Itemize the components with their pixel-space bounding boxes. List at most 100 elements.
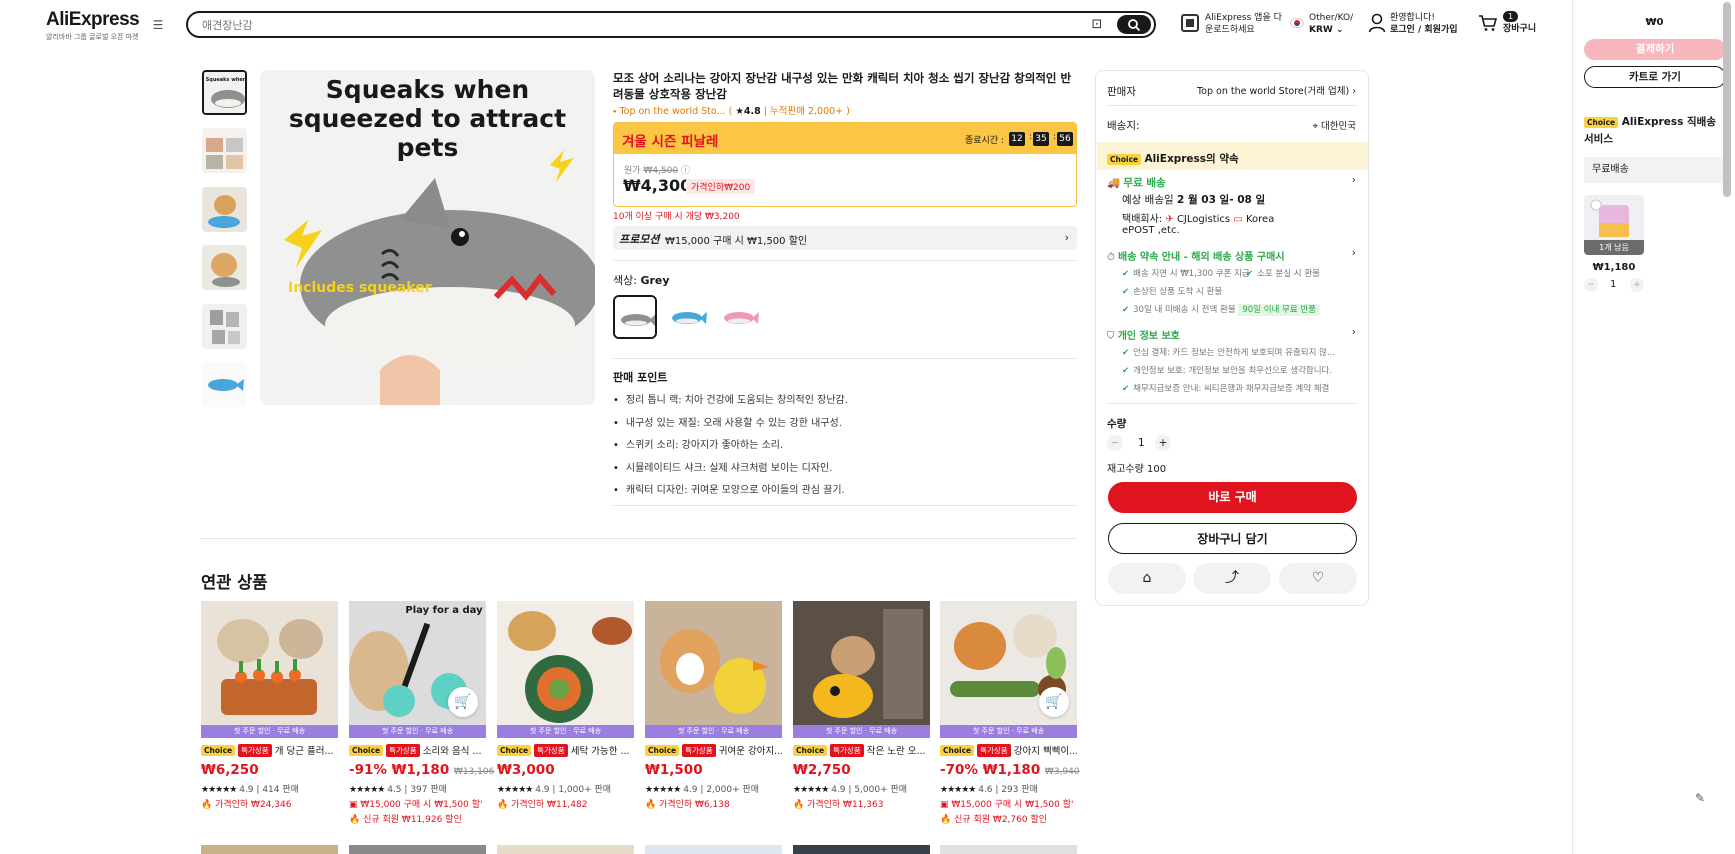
cart-qty-decrease-button[interactable]: − [1584,278,1598,292]
chevron-right-icon[interactable]: › [1352,174,1356,186]
search-button[interactable] [1117,15,1151,34]
gallery-thumb-3[interactable] [202,187,247,232]
related-product-card[interactable]: 🛒 첫 주문 할인 · 무료 배송 Choice 특가상품 강아지 삑삑이... -… [940,601,1080,825]
related-product-card[interactable] [349,845,486,854]
app-download-link[interactable]: AliExpress 앱을 다 운로드하세요 [1205,12,1282,36]
product-price: ₩2,750 [793,762,851,778]
product-image[interactable] [497,601,634,725]
qty-increase-button[interactable]: + [1155,435,1171,451]
checkout-button[interactable]: 결제하기 [1584,39,1726,60]
related-product-card[interactable] [497,845,634,854]
login-link[interactable]: 환영합니다! 로그인 / 회원가입 [1390,12,1458,36]
product-extra: ▣ ₩15,000 구매 시 ₩1,500 할' [349,800,483,810]
related-product-card[interactable]: 첫 주문 할인 · 무료 배송 Choice 특가상품 작은 노란 오... ₩2,… [793,601,930,810]
edit-pencil-icon[interactable]: ✎ [1695,791,1711,807]
related-products-title: 연관 상품 [201,573,268,592]
color-swatch-blue[interactable] [666,295,710,339]
related-product-card[interactable]: Play for a day 🛒 첫 주문 할인 · 무료 배송 Choice 특… [349,601,494,825]
product-extra: 🔥 가격인하 ₩11,363 [793,800,884,810]
privacy-row[interactable]: ⛉ 개인 정보 보호 [1107,327,1180,342]
user-icon[interactable] [1368,13,1386,33]
mini-cart-sidebar: ₩0 결제하기 카트로 가기 Choice AliExpress 직배송 서비스… [1572,0,1735,854]
cart-item-image[interactable]: 1개 남음 [1584,195,1644,255]
promise-item: ✔ 소포 분실 시 환불 [1246,269,1320,279]
carrier-etc: ePOST ,etc. [1122,225,1180,236]
quantity-value[interactable]: 1 [1138,437,1145,449]
cart-icon[interactable] [1478,13,1498,33]
related-product-card[interactable] [645,845,782,854]
add-to-cart-icon[interactable]: 🛒 [1039,687,1069,717]
qty-decrease-button[interactable]: − [1107,435,1123,451]
product-image[interactable] [793,601,930,725]
chevron-right-icon[interactable]: › [1352,326,1356,338]
product-image[interactable] [201,601,338,725]
image-search-icon[interactable]: ⊡ [1088,16,1106,34]
timer-minutes: 35 [1033,132,1049,146]
store-icon[interactable]: ⌂ [1108,563,1186,594]
product-image[interactable]: 🛒 [940,601,1077,725]
color-swatch-pink[interactable] [718,295,762,339]
chevron-right-icon[interactable]: › [1352,247,1356,259]
promise-item: ✔ 배송 지연 시 ₩1,300 쿠폰 지급 [1122,269,1250,279]
share-icon[interactable]: ⤴ [1193,563,1271,594]
bulk-price-note: 10개 이상 구매 시 개당 ₩3,200 [613,212,740,222]
product-name[interactable]: 귀여운 강아지... [719,743,782,757]
search-input[interactable] [202,17,1082,33]
wishlist-heart-icon[interactable]: ♡ [1279,563,1357,594]
promotion-row[interactable]: 프로모션 ₩15,000 구매 시 ₩1,500 할인 › [613,226,1077,250]
product-image[interactable] [645,601,782,725]
cart-label[interactable]: 장바구니 [1503,23,1536,35]
product-price: ₩1,500 [645,762,703,778]
product-name[interactable]: 개 당근 플러... [275,743,334,757]
promo-band: 첫 주문 할인 · 무료 배송 [497,725,634,738]
ship-to-selector[interactable]: ⌖ 대한민국 [1313,118,1356,132]
aliexpress-logo[interactable]: AliExpress 알리바바 그룹 글로벌 오픈 마켓 [46,9,140,42]
product-rating: ★★★★★ 4.9 | 414 판매 [201,785,299,795]
promise-item: ✔ 손상된 상품 도착 시 환불 [1122,287,1223,297]
selling-point: 시뮬레이티드 샤크: 실제 샤크처럼 보이는 디자인. [613,459,832,474]
gallery-thumb-5[interactable] [202,304,247,349]
product-image[interactable]: Play for a day 🛒 [349,601,486,725]
gallery-thumb-6[interactable] [202,362,247,407]
main-product-image[interactable]: Includes squeaker Squeaks when squeezed … [260,70,595,405]
product-name[interactable]: 작은 노란 오... [867,743,926,757]
store-rating-line[interactable]: ⬩ Top on the world Sto... ( ★4.8 | 누적판매 … [613,103,850,117]
color-swatch-grey[interactable] [613,295,657,339]
cart-item-qty[interactable]: 1 [1610,279,1616,290]
deal-tag: 특가상품 [534,743,568,757]
related-product-card[interactable]: 첫 주문 할인 · 무료 배송 Choice 특가상품 개 당근 플러... ₩6,… [201,601,338,810]
buy-now-button[interactable]: 바로 구매 [1108,482,1357,513]
cart-qty-increase-button[interactable]: + [1630,278,1644,292]
related-product-card[interactable] [940,845,1077,854]
related-product-card[interactable] [201,845,338,854]
selling-point: 스퀴키 소리: 강아지가 좋아하는 소리. [613,436,783,451]
choice-tag: Choice [645,744,680,756]
free-shipping-label: 무료배송 [1584,157,1726,183]
stock-left-label: 1개 남음 [1584,240,1644,255]
product-name[interactable]: 세탁 가능한 ... [571,743,630,757]
add-to-cart-button[interactable]: 장바구니 담기 [1108,523,1357,554]
seller-link[interactable]: Top on the world Store(거래 업체) › [1197,83,1356,97]
gallery-thumb-2[interactable] [202,128,247,173]
locale-selector[interactable]: Other/KO/KRW ⌄ [1309,12,1353,36]
related-product-card[interactable]: 첫 주문 할인 · 무료 배송 Choice 특가상품 세탁 가능한 ... ₩3,… [497,601,634,810]
promo-band: 첫 주문 할인 · 무료 배송 [793,725,930,738]
related-product-card[interactable] [793,845,930,854]
product-rating: ★★★★★ 4.5 | 397 판매 [349,785,447,795]
delivery-promise-row[interactable]: ⏱ 배송 약속 안내 - 해외 배송 상품 구매시 [1107,248,1285,263]
gallery-thumb-4[interactable] [202,245,247,290]
selling-point: 내구성 있는 재질: 오래 사용할 수 있는 강한 내구성. [613,414,842,429]
scrollbar[interactable] [1723,2,1731,197]
product-name[interactable]: 강아지 삑삑이... [1014,743,1077,757]
gallery-thumb-1[interactable]: Squeaks when [202,70,247,115]
product-name[interactable]: 소리와 음식 ... [423,743,482,757]
related-product-card[interactable]: 첫 주문 할인 · 무료 배송 Choice 특가상품 귀여운 강아지... ₩1,… [645,601,782,810]
qr-code-icon[interactable] [1181,14,1199,32]
add-to-cart-icon[interactable]: 🛒 [448,687,478,717]
free-shipping-row[interactable]: 🚚 무료 배송 [1107,175,1166,190]
promise-item: ✔ 30일 내 미배송 시 전액 환불 90일 이내 무료 반품 [1122,303,1321,316]
menu-icon[interactable]: ☰ [151,18,165,32]
go-to-cart-button[interactable]: 카트로 가기 [1584,66,1726,88]
product-rating: ★★★★★ 4.9 | 2,000+ 판매 [645,785,760,795]
chevron-right-icon: › [1064,231,1069,244]
